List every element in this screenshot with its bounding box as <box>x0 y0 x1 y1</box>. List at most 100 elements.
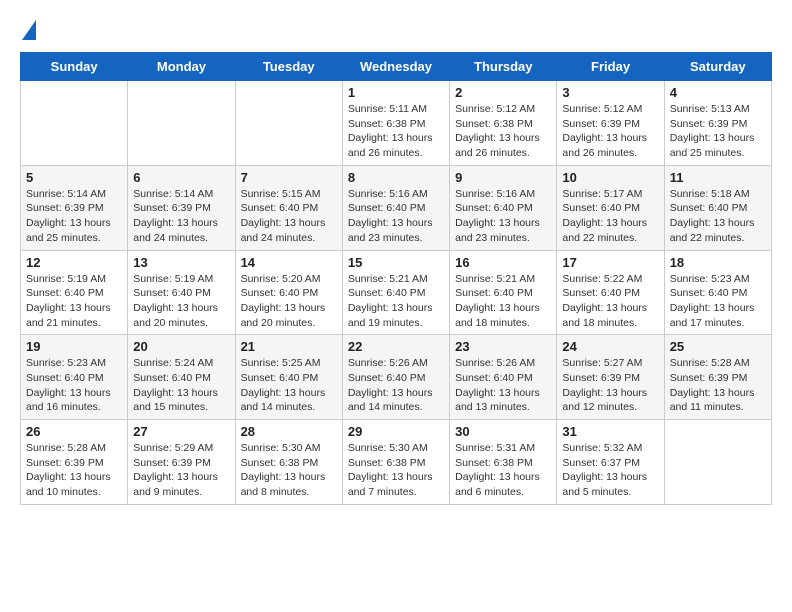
day-info: Sunrise: 5:21 AMSunset: 6:40 PMDaylight:… <box>348 272 444 331</box>
day-cell: 30 Sunrise: 5:31 AMSunset: 6:38 PMDayligh… <box>450 420 557 505</box>
weekday-wednesday: Wednesday <box>342 53 449 81</box>
logo-icon <box>22 20 36 40</box>
week-row-4: 19 Sunrise: 5:23 AMSunset: 6:40 PMDayligh… <box>21 335 772 420</box>
day-info: Sunrise: 5:19 AMSunset: 6:40 PMDaylight:… <box>133 272 229 331</box>
day-cell: 12 Sunrise: 5:19 AMSunset: 6:40 PMDayligh… <box>21 250 128 335</box>
day-cell: 22 Sunrise: 5:26 AMSunset: 6:40 PMDayligh… <box>342 335 449 420</box>
day-number: 6 <box>133 170 229 185</box>
day-info: Sunrise: 5:23 AMSunset: 6:40 PMDaylight:… <box>670 272 766 331</box>
day-info: Sunrise: 5:14 AMSunset: 6:39 PMDaylight:… <box>26 187 122 246</box>
day-number: 19 <box>26 339 122 354</box>
day-cell: 4Sunrise: 5:13 AMSunset: 6:39 PMDaylight… <box>664 81 771 166</box>
day-cell: 21Sunrise: 5:25 AMSunset: 6:40 PMDayligh… <box>235 335 342 420</box>
weekday-thursday: Thursday <box>450 53 557 81</box>
calendar-header: SundayMondayTuesdayWednesdayThursdayFrid… <box>21 53 772 81</box>
day-number: 12 <box>26 255 122 270</box>
day-info: Sunrise: 5:32 AMSunset: 6:37 PMDaylight:… <box>562 441 658 500</box>
weekday-header-row: SundayMondayTuesdayWednesdayThursdayFrid… <box>21 53 772 81</box>
day-info: Sunrise: 5:11 AMSunset: 6:38 PMDaylight:… <box>348 102 444 161</box>
day-info: Sunrise: 5:27 AMSunset: 6:39 PMDaylight:… <box>562 356 658 415</box>
day-number: 14 <box>241 255 337 270</box>
day-info: Sunrise: 5:28 AMSunset: 6:39 PMDaylight:… <box>26 441 122 500</box>
day-info: Sunrise: 5:31 AMSunset: 6:38 PMDaylight:… <box>455 441 551 500</box>
day-number: 23 <box>455 339 551 354</box>
day-info: Sunrise: 5:16 AMSunset: 6:40 PMDaylight:… <box>348 187 444 246</box>
day-cell: 3Sunrise: 5:12 AMSunset: 6:39 PMDaylight… <box>557 81 664 166</box>
weekday-saturday: Saturday <box>664 53 771 81</box>
page-header <box>20 20 772 36</box>
day-number: 28 <box>241 424 337 439</box>
day-cell: 29 Sunrise: 5:30 AMSunset: 6:38 PMDayligh… <box>342 420 449 505</box>
day-info: Sunrise: 5:17 AMSunset: 6:40 PMDaylight:… <box>562 187 658 246</box>
day-number: 15 <box>348 255 444 270</box>
day-number: 29 <box>348 424 444 439</box>
day-number: 17 <box>562 255 658 270</box>
day-info: Sunrise: 5:14 AMSunset: 6:39 PMDaylight:… <box>133 187 229 246</box>
day-number: 8 <box>348 170 444 185</box>
day-info: Sunrise: 5:29 AMSunset: 6:39 PMDaylight:… <box>133 441 229 500</box>
day-cell <box>128 81 235 166</box>
day-info: Sunrise: 5:12 AMSunset: 6:38 PMDaylight:… <box>455 102 551 161</box>
day-number: 13 <box>133 255 229 270</box>
day-info: Sunrise: 5:23 AMSunset: 6:40 PMDaylight:… <box>26 356 122 415</box>
day-cell: 2 Sunrise: 5:12 AMSunset: 6:38 PMDaylight… <box>450 81 557 166</box>
day-cell: 23Sunrise: 5:26 AMSunset: 6:40 PMDayligh… <box>450 335 557 420</box>
day-number: 5 <box>26 170 122 185</box>
day-info: Sunrise: 5:15 AMSunset: 6:40 PMDaylight:… <box>241 187 337 246</box>
day-cell: 9 Sunrise: 5:16 AMSunset: 6:40 PMDaylight… <box>450 165 557 250</box>
week-row-2: 5 Sunrise: 5:14 AMSunset: 6:39 PMDaylight… <box>21 165 772 250</box>
day-info: Sunrise: 5:28 AMSunset: 6:39 PMDaylight:… <box>670 356 766 415</box>
day-number: 2 <box>455 85 551 100</box>
day-info: Sunrise: 5:16 AMSunset: 6:40 PMDaylight:… <box>455 187 551 246</box>
day-number: 11 <box>670 170 766 185</box>
day-info: Sunrise: 5:18 AMSunset: 6:40 PMDaylight:… <box>670 187 766 246</box>
day-info: Sunrise: 5:22 AMSunset: 6:40 PMDaylight:… <box>562 272 658 331</box>
day-number: 20 <box>133 339 229 354</box>
day-number: 27 <box>133 424 229 439</box>
day-cell: 11 Sunrise: 5:18 AMSunset: 6:40 PMDayligh… <box>664 165 771 250</box>
day-cell: 25 Sunrise: 5:28 AMSunset: 6:39 PMDayligh… <box>664 335 771 420</box>
day-cell: 17 Sunrise: 5:22 AMSunset: 6:40 PMDayligh… <box>557 250 664 335</box>
day-cell: 24 Sunrise: 5:27 AMSunset: 6:39 PMDayligh… <box>557 335 664 420</box>
day-cell <box>21 81 128 166</box>
day-cell: 10Sunrise: 5:17 AMSunset: 6:40 PMDayligh… <box>557 165 664 250</box>
day-number: 30 <box>455 424 551 439</box>
day-cell: 26 Sunrise: 5:28 AMSunset: 6:39 PMDayligh… <box>21 420 128 505</box>
day-info: Sunrise: 5:30 AMSunset: 6:38 PMDaylight:… <box>348 441 444 500</box>
day-info: Sunrise: 5:13 AMSunset: 6:39 PMDaylight:… <box>670 102 766 161</box>
day-number: 9 <box>455 170 551 185</box>
weekday-monday: Monday <box>128 53 235 81</box>
day-cell: 15 Sunrise: 5:21 AMSunset: 6:40 PMDayligh… <box>342 250 449 335</box>
day-info: Sunrise: 5:20 AMSunset: 6:40 PMDaylight:… <box>241 272 337 331</box>
day-info: Sunrise: 5:26 AMSunset: 6:40 PMDaylight:… <box>348 356 444 415</box>
day-cell: 31 Sunrise: 5:32 AMSunset: 6:37 PMDayligh… <box>557 420 664 505</box>
day-number: 25 <box>670 339 766 354</box>
day-cell: 1Sunrise: 5:11 AMSunset: 6:38 PMDaylight… <box>342 81 449 166</box>
week-row-1: 1Sunrise: 5:11 AMSunset: 6:38 PMDaylight… <box>21 81 772 166</box>
day-cell: 14 Sunrise: 5:20 AMSunset: 6:40 PMDayligh… <box>235 250 342 335</box>
day-info: Sunrise: 5:19 AMSunset: 6:40 PMDaylight:… <box>26 272 122 331</box>
day-cell: 27 Sunrise: 5:29 AMSunset: 6:39 PMDayligh… <box>128 420 235 505</box>
weekday-friday: Friday <box>557 53 664 81</box>
weekday-tuesday: Tuesday <box>235 53 342 81</box>
day-number: 31 <box>562 424 658 439</box>
day-number: 26 <box>26 424 122 439</box>
day-number: 24 <box>562 339 658 354</box>
day-cell: 19 Sunrise: 5:23 AMSunset: 6:40 PMDayligh… <box>21 335 128 420</box>
day-cell: 8 Sunrise: 5:16 AMSunset: 6:40 PMDaylight… <box>342 165 449 250</box>
logo <box>20 20 37 36</box>
day-cell: 5 Sunrise: 5:14 AMSunset: 6:39 PMDaylight… <box>21 165 128 250</box>
day-number: 22 <box>348 339 444 354</box>
day-info: Sunrise: 5:25 AMSunset: 6:40 PMDaylight:… <box>241 356 337 415</box>
day-info: Sunrise: 5:21 AMSunset: 6:40 PMDaylight:… <box>455 272 551 331</box>
day-info: Sunrise: 5:30 AMSunset: 6:38 PMDaylight:… <box>241 441 337 500</box>
day-info: Sunrise: 5:24 AMSunset: 6:40 PMDaylight:… <box>133 356 229 415</box>
weekday-sunday: Sunday <box>21 53 128 81</box>
day-cell: 18Sunrise: 5:23 AMSunset: 6:40 PMDayligh… <box>664 250 771 335</box>
day-number: 7 <box>241 170 337 185</box>
calendar-body: 1Sunrise: 5:11 AMSunset: 6:38 PMDaylight… <box>21 81 772 505</box>
day-cell <box>235 81 342 166</box>
day-cell: 6 Sunrise: 5:14 AMSunset: 6:39 PMDaylight… <box>128 165 235 250</box>
day-number: 16 <box>455 255 551 270</box>
day-cell <box>664 420 771 505</box>
